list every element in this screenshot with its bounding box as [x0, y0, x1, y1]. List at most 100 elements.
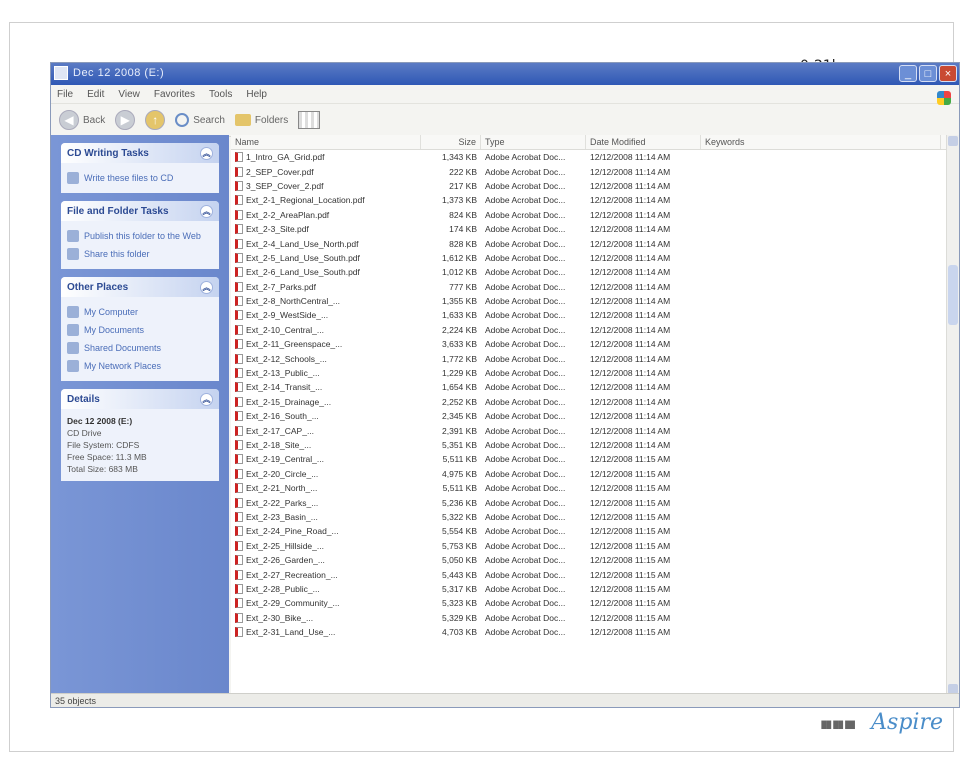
close-button[interactable]: ×: [939, 65, 957, 82]
col-keywords[interactable]: Keywords: [701, 135, 941, 149]
pdf-icon: [235, 627, 243, 638]
pdf-icon: [235, 382, 243, 393]
file-date: 12/12/2008 11:14 AM: [590, 152, 671, 163]
file-row[interactable]: Ext_2-21_North_... 5,511 KB Adobe Acrobat …: [231, 481, 959, 495]
file-row[interactable]: Ext_2-25_Hillside_... 5,753 KB Adobe Acrob…: [231, 539, 959, 553]
menu-edit[interactable]: Edit: [87, 89, 104, 100]
forward-button[interactable]: ▶: [115, 110, 136, 130]
file-row[interactable]: Ext_2-17_CAP_... 2,391 KB Adobe Acrobat Do…: [231, 423, 959, 437]
file-row[interactable]: Ext_2-3_Site.pdf 174 KB Adobe Acrobat Doc.…: [231, 222, 959, 236]
file-name: Ext_2-16_South_...: [246, 411, 319, 422]
file-row[interactable]: Ext_2-24_Pine_Road_... 5,554 KB Adobe Acro…: [231, 524, 959, 538]
title-bar[interactable]: Dec 12 2008 (E:) _ □ ×: [51, 63, 959, 85]
file-row[interactable]: Ext_2-28_Public_... 5,317 KB Adobe Acrobat…: [231, 582, 959, 596]
file-row[interactable]: 2_SEP_Cover.pdf 222 KB Adobe Acrobat Doc..…: [231, 164, 959, 178]
file-name-cell: Ext_2-26_Garden_...: [231, 555, 421, 566]
file-type: Adobe Acrobat Doc...: [485, 382, 566, 393]
file-name: Ext_2-13_Public_...: [246, 368, 320, 379]
col-size[interactable]: Size: [421, 135, 481, 149]
file-row[interactable]: Ext_2-11_Greenspace_... 3,633 KB Adobe Acr…: [231, 337, 959, 351]
file-row[interactable]: Ext_2-8_NorthCentral_... 1,355 KB Adobe Ac…: [231, 294, 959, 308]
file-type: Adobe Acrobat Doc...: [485, 238, 566, 249]
file-row[interactable]: Ext_2-27_Recreation_... 5,443 KB Adobe Acr…: [231, 567, 959, 581]
up-folder-button[interactable]: ↑: [145, 110, 166, 130]
write-to-cd-link[interactable]: Write these files to CD: [67, 169, 213, 187]
file-row[interactable]: Ext_2-19_Central_... 5,511 KB Adobe Acroba…: [231, 452, 959, 466]
file-row[interactable]: Ext_2-30_Bike_... 5,329 KB Adobe Acrobat D…: [231, 611, 959, 625]
collapse-icon[interactable]: ︽: [200, 146, 213, 160]
menu-favorites[interactable]: Favorites: [154, 89, 195, 100]
file-name-cell: Ext_2-21_North_...: [231, 483, 421, 494]
search-button[interactable]: Search: [175, 113, 225, 127]
maximize-button[interactable]: □: [919, 65, 937, 82]
file-row[interactable]: Ext_2-31_Land_Use_... 4,703 KB Adobe Acrob…: [231, 625, 959, 639]
file-row[interactable]: Ext_2-7_Parks.pdf 777 KB Adobe Acrobat Doc…: [231, 280, 959, 294]
col-type[interactable]: Type: [481, 135, 586, 149]
file-row[interactable]: Ext_2-6_Land_Use_South.pdf 1,012 KB Adobe …: [231, 265, 959, 279]
file-row[interactable]: 3_SEP_Cover_2.pdf 217 KB Adobe Acrobat Doc…: [231, 179, 959, 193]
file-name-cell: Ext_2-31_Land_Use_...: [231, 627, 421, 638]
file-date: 12/12/2008 11:15 AM: [590, 583, 671, 594]
file-row[interactable]: Ext_2-29_Community_... 5,323 KB Adobe Acro…: [231, 596, 959, 610]
file-row[interactable]: Ext_2-2_AreaPlan.pdf 824 KB Adobe Acrobat …: [231, 208, 959, 222]
file-type: Adobe Acrobat Doc...: [485, 195, 566, 206]
scroll-up-arrow[interactable]: [948, 136, 958, 146]
file-row[interactable]: Ext_2-14_Transit_... 1,654 KB Adobe Acroba…: [231, 380, 959, 394]
computer-icon: [67, 306, 79, 318]
pdf-icon: [235, 152, 243, 163]
file-row[interactable]: 1_Intro_GA_Grid.pdf 1,343 KB Adobe Acrobat…: [231, 150, 959, 164]
file-row[interactable]: Ext_2-23_Basin_... 5,322 KB Adobe Acrobat …: [231, 510, 959, 524]
file-row[interactable]: Ext_2-15_Drainage_... 2,252 KB Adobe Acrob…: [231, 395, 959, 409]
menu-file[interactable]: File: [57, 89, 73, 100]
collapse-icon[interactable]: ︽: [200, 280, 213, 294]
search-icon: [175, 113, 190, 127]
folders-button[interactable]: Folders: [234, 114, 288, 126]
file-row[interactable]: Ext_2-5_Land_Use_South.pdf 1,612 KB Adobe …: [231, 251, 959, 265]
file-name: Ext_2-28_Public_...: [246, 583, 320, 594]
file-row[interactable]: Ext_2-10_Central_... 2,224 KB Adobe Acroba…: [231, 323, 959, 337]
file-type: Adobe Acrobat Doc...: [485, 598, 566, 609]
menu-help[interactable]: Help: [246, 89, 267, 100]
file-row[interactable]: Ext_2-12_Schools_... 1,772 KB Adobe Acroba…: [231, 351, 959, 365]
vertical-scrollbar[interactable]: [946, 135, 959, 695]
file-row[interactable]: Ext_2-18_Site_... 5,351 KB Adobe Acrobat D…: [231, 438, 959, 452]
network-places-link[interactable]: My Network Places: [67, 357, 213, 375]
collapse-icon[interactable]: ︽: [200, 204, 213, 218]
shared-documents-link[interactable]: Shared Documents: [67, 339, 213, 357]
other-places-header[interactable]: Other Places ︽: [61, 277, 219, 297]
my-computer-link[interactable]: My Computer: [67, 303, 213, 321]
pdf-icon: [235, 511, 243, 522]
file-name: Ext_2-19_Central_...: [246, 454, 324, 465]
file-folder-panel: File and Folder Tasks ︽ Publish this fol…: [61, 201, 219, 269]
menu-tools[interactable]: Tools: [209, 89, 232, 100]
menu-view[interactable]: View: [118, 89, 140, 100]
col-name[interactable]: Name: [231, 135, 421, 149]
aspire-logo: Aspire: [871, 710, 943, 735]
scroll-thumb[interactable]: [948, 265, 958, 325]
file-row[interactable]: Ext_2-26_Garden_... 5,050 KB Adobe Acrobat…: [231, 553, 959, 567]
pdf-icon: [235, 526, 243, 537]
file-rows: 1_Intro_GA_Grid.pdf 1,343 KB Adobe Acrobat…: [231, 150, 959, 639]
back-button[interactable]: ◀ Back: [59, 110, 105, 130]
share-folder-link[interactable]: Share this folder: [67, 245, 213, 263]
details-header[interactable]: Details ︽: [61, 389, 219, 409]
file-row[interactable]: Ext_2-16_South_... 2,345 KB Adobe Acrobat …: [231, 409, 959, 423]
file-size: 1,343 KB: [442, 152, 477, 163]
file-type: Adobe Acrobat Doc...: [485, 583, 566, 594]
file-row[interactable]: Ext_2-4_Land_Use_North.pdf 828 KB Adobe Ac…: [231, 236, 959, 250]
publish-web-link[interactable]: Publish this folder to the Web: [67, 227, 213, 245]
file-row[interactable]: Ext_2-22_Parks_... 5,236 KB Adobe Acrobat …: [231, 495, 959, 509]
col-date[interactable]: Date Modified: [586, 135, 701, 149]
file-size: 5,511 KB: [442, 454, 477, 465]
file-row[interactable]: Ext_2-9_WestSide_... 1,633 KB Adobe Acroba…: [231, 308, 959, 322]
my-documents-link[interactable]: My Documents: [67, 321, 213, 339]
file-date: 12/12/2008 11:15 AM: [590, 497, 671, 508]
file-row[interactable]: Ext_2-1_Regional_Location.pdf 1,373 KB Ado…: [231, 193, 959, 207]
minimize-button[interactable]: _: [899, 65, 917, 82]
views-button[interactable]: [298, 111, 321, 129]
file-row[interactable]: Ext_2-13_Public_... 1,229 KB Adobe Acrobat…: [231, 366, 959, 380]
cd-writing-header[interactable]: CD Writing Tasks ︽: [61, 143, 219, 163]
collapse-icon[interactable]: ︽: [200, 392, 213, 406]
file-folder-header[interactable]: File and Folder Tasks ︽: [61, 201, 219, 221]
file-row[interactable]: Ext_2-20_Circle_... 4,975 KB Adobe Acrobat…: [231, 467, 959, 481]
